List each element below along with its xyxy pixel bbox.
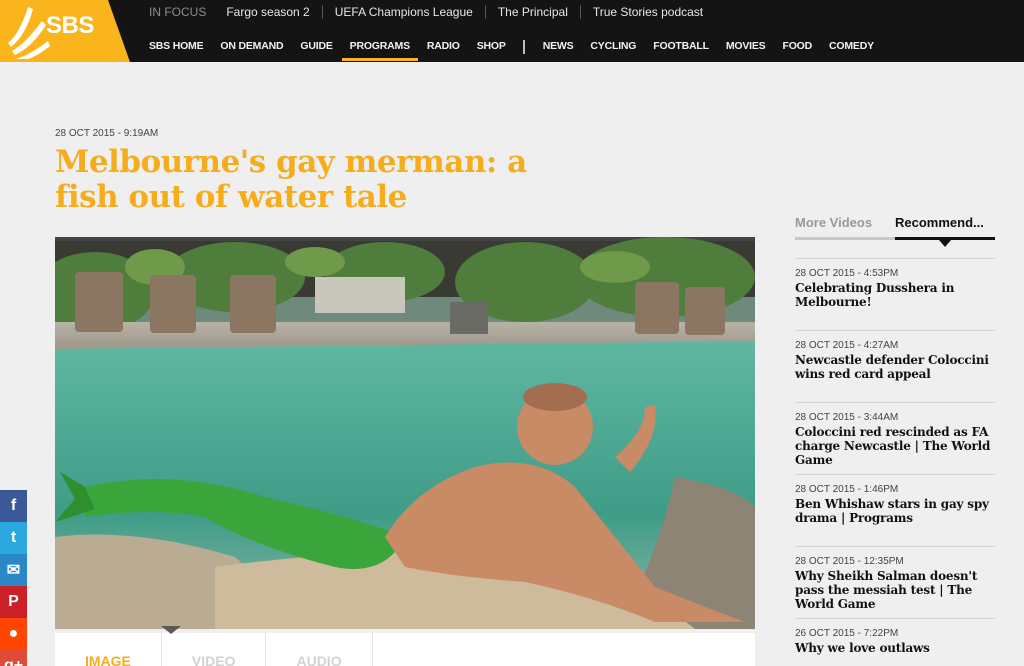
nav-radio[interactable]: RADIO (427, 33, 460, 61)
tab-audio[interactable]: AUDIO (266, 633, 373, 666)
nav-movies[interactable]: MOVIES (726, 33, 766, 61)
twitter-icon[interactable]: t (0, 522, 27, 554)
in-focus-bar: IN FOCUS Fargo season 2 UEFA Champions L… (149, 0, 715, 24)
media-tabs: IMAGE VIDEO AUDIO (55, 626, 755, 666)
recommended-list: 28 OCT 2015 - 4:53PM Celebrating Dussher… (795, 258, 995, 666)
item-date: 28 OCT 2015 - 3:44AM (795, 412, 899, 423)
focus-link-principal[interactable]: The Principal (484, 5, 580, 19)
tab-image[interactable]: IMAGE (55, 633, 162, 666)
tab-more-videos[interactable]: More Videos (795, 212, 895, 237)
nav-football[interactable]: FOOTBALL (653, 33, 709, 61)
site-header: SBS IN FOCUS Fargo season 2 UEFA Champio… (0, 0, 1024, 62)
focus-link-true-stories[interactable]: True Stories podcast (579, 5, 715, 19)
item-title[interactable]: Celebrating Dusshera in Melbourne! (795, 281, 995, 309)
article-title: Melbourne's gay merman: a fish out of wa… (55, 144, 527, 215)
sbs-logo[interactable]: SBS (0, 0, 130, 62)
in-focus-label: IN FOCUS (149, 5, 207, 19)
list-item[interactable]: 26 OCT 2015 - 7:22PM Why we love outlaws (795, 618, 995, 666)
list-item[interactable]: 28 OCT 2015 - 4:53PM Celebrating Dussher… (795, 258, 995, 330)
nav-shop[interactable]: SHOP (477, 33, 506, 61)
sidebar-tabs: More Videos Recommend... (795, 212, 995, 247)
item-title[interactable]: Why we love outlaws (795, 641, 995, 655)
article-date: 28 OCT 2015 - 9:19AM (55, 128, 159, 139)
item-date: 28 OCT 2015 - 4:27AM (795, 340, 899, 351)
item-title[interactable]: Ben Whishaw stars in gay spy drama | Pro… (795, 497, 995, 525)
list-item[interactable]: 28 OCT 2015 - 4:27AM Newcastle defender … (795, 330, 995, 402)
nav-food[interactable]: FOOD (782, 33, 812, 61)
focus-link-fargo[interactable]: Fargo season 2 (226, 5, 321, 19)
item-date: 28 OCT 2015 - 4:53PM (795, 268, 899, 279)
item-title[interactable]: Newcastle defender Coloccini wins red ca… (795, 353, 995, 381)
item-date: 26 OCT 2015 - 7:22PM (795, 628, 899, 639)
facebook-icon[interactable]: f (0, 490, 27, 522)
item-date: 28 OCT 2015 - 12:35PM (795, 556, 904, 567)
nav-news[interactable]: NEWS (543, 33, 574, 61)
tab-video[interactable]: VIDEO (162, 633, 267, 666)
nav-cycling[interactable]: CYCLING (590, 33, 636, 61)
tab-recommended[interactable]: Recommend... (895, 212, 995, 247)
hero-photo (55, 237, 755, 629)
email-icon[interactable]: ✉ (0, 554, 27, 586)
list-item[interactable]: 28 OCT 2015 - 3:44AM Coloccini red resci… (795, 402, 995, 474)
list-item[interactable]: 28 OCT 2015 - 1:46PM Ben Whishaw stars i… (795, 474, 995, 546)
reddit-icon[interactable]: ● (0, 618, 27, 650)
list-item[interactable]: 28 OCT 2015 - 12:35PM Why Sheikh Salman … (795, 546, 995, 618)
nav-guide[interactable]: GUIDE (300, 33, 332, 61)
item-date: 28 OCT 2015 - 1:46PM (795, 484, 899, 495)
nav-programs[interactable]: PROGRAMS (341, 33, 419, 61)
google-plus-icon[interactable]: g+ (0, 650, 27, 666)
nav-on-demand[interactable]: ON DEMAND (220, 33, 283, 61)
pinterest-icon[interactable]: P (0, 586, 27, 618)
share-bar: f t ✉ P ● g+ (0, 490, 27, 666)
logo-text: SBS (46, 12, 94, 39)
focus-link-uefa[interactable]: UEFA Champions League (321, 5, 485, 19)
sbs-sun-icon (8, 7, 50, 59)
item-title[interactable]: Why Sheikh Salman doesn't pass the messi… (795, 569, 995, 611)
main-nav: SBS HOME ON DEMAND GUIDE PROGRAMS RADIO … (149, 33, 891, 61)
nav-sbs-home[interactable]: SBS HOME (149, 33, 204, 61)
nav-divider (522, 40, 525, 54)
item-title[interactable]: Coloccini red rescinded as FA charge New… (795, 425, 995, 467)
hero-image[interactable] (55, 237, 755, 629)
nav-comedy[interactable]: COMEDY (829, 33, 874, 61)
